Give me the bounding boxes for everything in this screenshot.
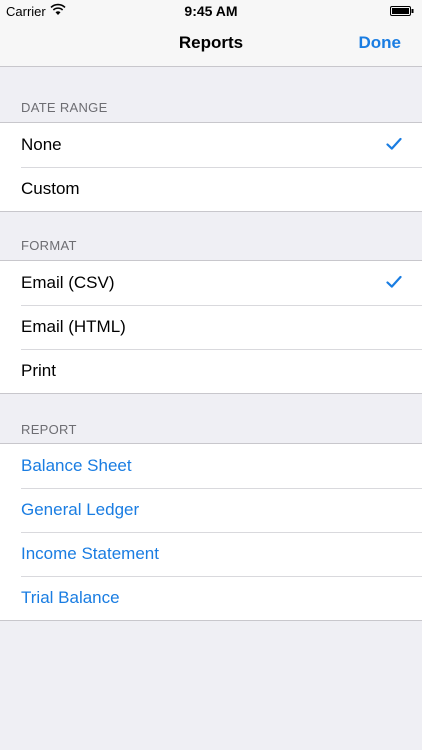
report-income-statement[interactable]: Income Statement [0, 532, 422, 576]
checkmark-icon [386, 275, 402, 288]
date-range-option-custom[interactable]: Custom [0, 167, 422, 211]
format-option-email-csv[interactable]: Email (CSV) [0, 261, 422, 305]
report-label: Income Statement [21, 544, 159, 563]
navigation-bar: Reports Done [0, 22, 422, 67]
option-label: None [21, 135, 62, 154]
done-button[interactable]: Done [359, 33, 402, 53]
report-group: Balance Sheet General Ledger Income Stat… [0, 443, 422, 621]
option-label: Email (HTML) [21, 317, 126, 336]
checkmark-icon [386, 137, 402, 150]
report-trial-balance[interactable]: Trial Balance [0, 576, 422, 620]
report-general-ledger[interactable]: General Ledger [0, 488, 422, 532]
date-range-option-none[interactable]: None [0, 123, 422, 167]
format-option-print[interactable]: Print [0, 349, 422, 393]
date-range-group: None Custom [0, 122, 422, 212]
option-label: Email (CSV) [21, 273, 115, 292]
status-time: 9:45 AM [184, 3, 238, 19]
report-label: Trial Balance [21, 588, 120, 607]
section-header-format: FORMAT [21, 238, 77, 253]
option-label: Custom [21, 179, 80, 198]
format-option-email-html[interactable]: Email (HTML) [0, 305, 422, 349]
option-label: Print [21, 361, 56, 380]
section-header-report: REPORT [21, 422, 77, 437]
section-header-date-range: DATE RANGE [21, 100, 108, 115]
status-bar: Carrier 9:45 AM [0, 0, 422, 22]
report-label: Balance Sheet [21, 456, 132, 475]
report-balance-sheet[interactable]: Balance Sheet [0, 444, 422, 488]
battery-icon [390, 6, 414, 16]
report-label: General Ledger [21, 500, 140, 519]
format-group: Email (CSV) Email (HTML) Print [0, 260, 422, 394]
